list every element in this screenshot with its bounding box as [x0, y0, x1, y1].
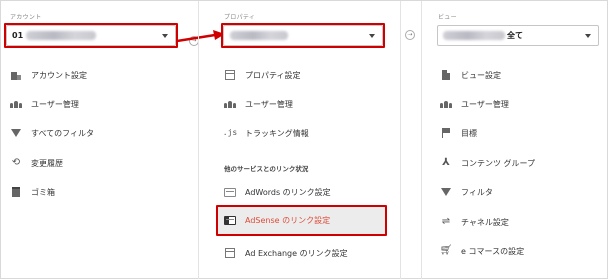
view-item-label: e コマースの設定: [461, 246, 525, 256]
channel-icon: ⇌: [441, 216, 451, 227]
linked-services-title: 他のサービスとのリンク状況: [224, 165, 309, 173]
view-item-channel[interactable]: ⇌ チャネル設定: [440, 212, 509, 232]
view-item-label: ビュー設定: [461, 70, 501, 80]
building-icon: [10, 69, 22, 81]
view-selector[interactable]: 全て: [437, 25, 599, 46]
adexchange-icon: [224, 247, 236, 259]
js-icon: .js: [222, 128, 238, 137]
filter-icon: [440, 186, 452, 198]
account-item-label: ゴミ箱: [31, 187, 55, 197]
view-item-users[interactable]: ユーザー管理: [440, 94, 509, 114]
view-item-label: チャネル設定: [461, 217, 509, 227]
view-item-label: ユーザー管理: [461, 99, 509, 109]
view-name-redacted: [443, 31, 505, 40]
users-icon: [10, 98, 22, 110]
content-group-icon: ⅄: [442, 157, 450, 168]
cart-icon: 🛒︎: [439, 245, 453, 256]
adsense-highlight: [216, 205, 387, 236]
flag-icon: [440, 127, 452, 139]
account-item-history[interactable]: ⟲ 変更履歴: [10, 153, 63, 173]
property-header: プロパティ: [224, 14, 256, 21]
view-item-content-groups[interactable]: ⅄ コンテンツ グループ: [440, 153, 535, 173]
account-column: アカウント 01 アカウント設定 ユーザー管理 すべてのフィルタ ⟲ 変更履歴 …: [1, 1, 197, 279]
account-item-label: すべてのフィルタ: [31, 128, 94, 138]
link-icon: ⇢: [405, 30, 415, 40]
property-item-label: プロパティ設定: [245, 70, 301, 80]
document-icon: [440, 69, 452, 81]
account-item-settings[interactable]: アカウント設定: [10, 65, 87, 85]
users-icon: [440, 98, 452, 110]
view-selector-suffix: 全て: [507, 31, 523, 40]
property-item-settings[interactable]: プロパティ設定: [224, 65, 301, 85]
account-item-label: 変更履歴: [31, 158, 63, 168]
account-item-filters[interactable]: すべてのフィルタ: [10, 123, 94, 143]
property-link-label: Ad Exchange のリンク設定: [245, 248, 348, 258]
history-icon: ⟲: [11, 157, 21, 168]
view-item-label: コンテンツ グループ: [461, 158, 536, 168]
account-item-label: ユーザー管理: [31, 99, 79, 109]
property-column: プロパティ プロパティ設定 ユーザー管理 .js トラッキング情報 他のサービス…: [198, 1, 401, 279]
users-icon: [224, 98, 236, 110]
admin-panel: アカウント 01 アカウント設定 ユーザー管理 すべてのフィルタ ⟲ 変更履歴 …: [0, 0, 608, 279]
view-header: ビュー: [438, 14, 457, 21]
view-column: ビュー 全て ビュー設定 ユーザー管理 目標 ⅄ コンテンツ グループ フィルタ…: [421, 1, 608, 279]
account-item-label: アカウント設定: [31, 70, 87, 80]
property-link-adexchange[interactable]: Ad Exchange のリンク設定: [224, 243, 348, 263]
property-item-tracking[interactable]: .js トラッキング情報: [222, 123, 309, 143]
chevron-down-icon: [585, 34, 591, 38]
adwords-icon: [224, 186, 236, 198]
filter-icon: [10, 127, 22, 139]
property-item-label: ユーザー管理: [245, 99, 293, 109]
view-item-filters[interactable]: フィルタ: [440, 182, 493, 202]
account-item-trash[interactable]: ゴミ箱: [10, 182, 55, 202]
view-item-label: 目標: [461, 128, 477, 138]
property-link-adwords[interactable]: AdWords のリンク設定: [224, 182, 331, 202]
view-item-label: フィルタ: [461, 187, 493, 197]
view-item-ecommerce[interactable]: 🛒︎ e コマースの設定: [440, 241, 524, 261]
property-link-label: AdWords のリンク設定: [245, 187, 331, 197]
property-item-label: トラッキング情報: [245, 128, 309, 138]
property-item-users[interactable]: ユーザー管理: [224, 94, 293, 114]
property-selector-highlight: [221, 23, 385, 48]
view-item-settings[interactable]: ビュー設定: [440, 65, 501, 85]
view-item-goals[interactable]: 目標: [440, 123, 477, 143]
account-header: アカウント: [10, 14, 42, 21]
trash-icon: [10, 186, 22, 198]
account-item-users[interactable]: ユーザー管理: [10, 94, 79, 114]
property-icon: [224, 69, 236, 81]
account-selector-highlight: [4, 23, 178, 48]
